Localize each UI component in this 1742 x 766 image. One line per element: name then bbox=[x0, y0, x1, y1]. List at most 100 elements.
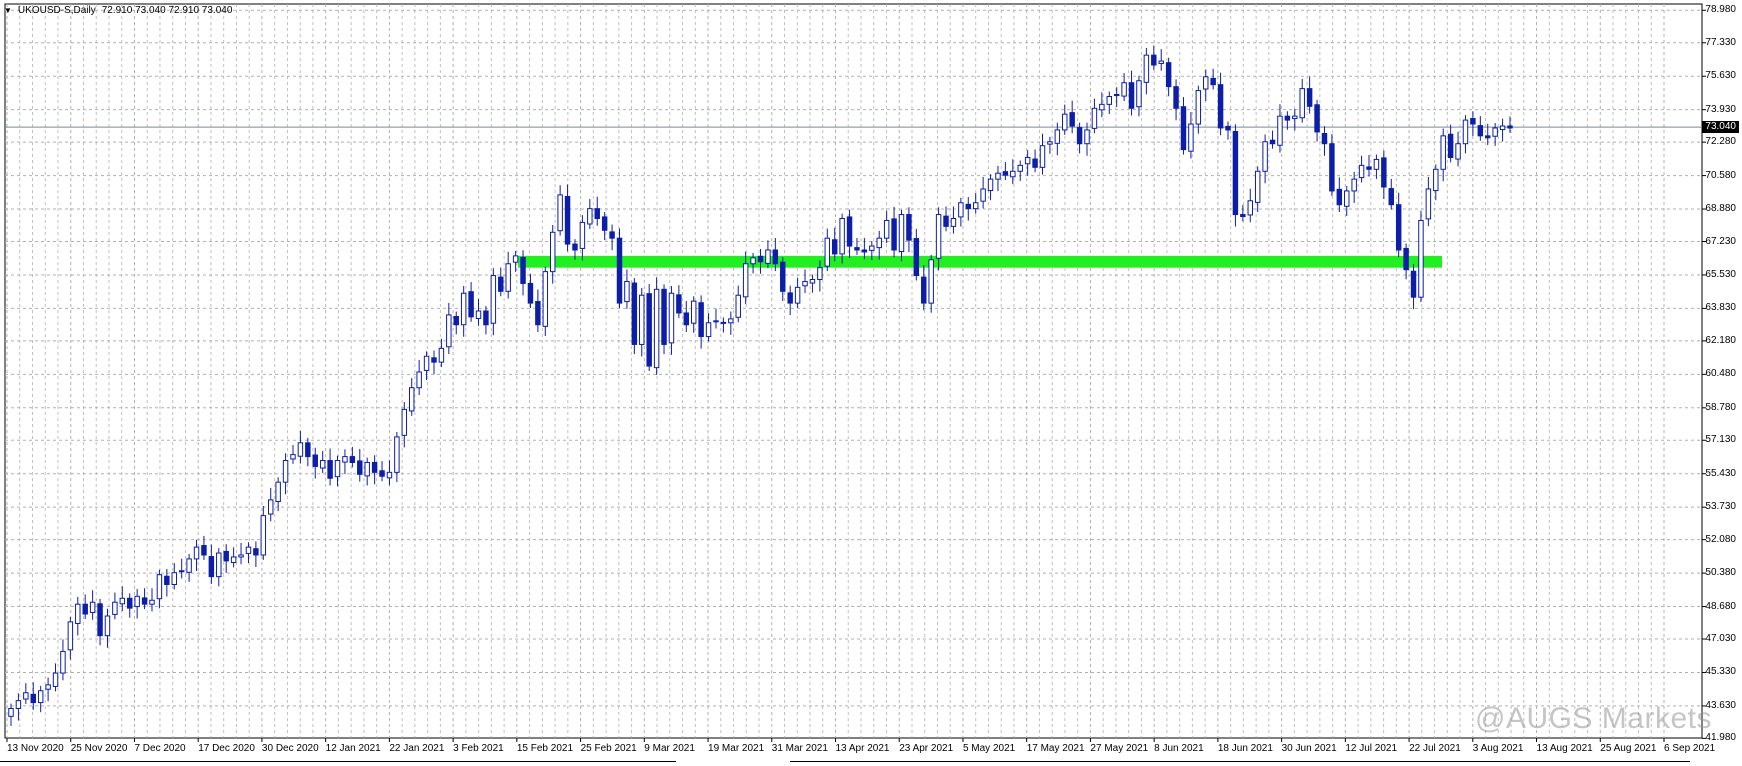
candle-body bbox=[898, 214, 905, 253]
candle-body bbox=[1054, 129, 1061, 144]
date-tick-label: 13 Aug 2021 bbox=[1536, 743, 1593, 754]
candle-body bbox=[1151, 54, 1157, 66]
candle-body bbox=[1485, 135, 1491, 139]
date-tick-label: 31 Mar 2021 bbox=[771, 743, 828, 754]
candle-body bbox=[67, 621, 74, 651]
candle-body bbox=[906, 214, 912, 241]
candle-body bbox=[216, 552, 222, 578]
candle-body bbox=[193, 546, 200, 560]
candle-body bbox=[223, 550, 229, 562]
price-tick-label: 70.580 bbox=[1705, 169, 1736, 181]
candle-body bbox=[1106, 95, 1113, 105]
price-tick-label: 77.330 bbox=[1705, 36, 1736, 48]
candle-body bbox=[780, 261, 786, 292]
bottom-scrollbar-right[interactable] bbox=[790, 761, 1690, 766]
candle-body bbox=[1292, 115, 1298, 120]
candle-body bbox=[661, 288, 667, 345]
date-tick-label: 9 Mar 2021 bbox=[644, 743, 695, 754]
candle-body bbox=[342, 456, 348, 463]
candle-body bbox=[1247, 200, 1253, 216]
candle-body bbox=[1477, 125, 1484, 137]
candle-body bbox=[75, 603, 81, 624]
candle-body bbox=[1277, 115, 1283, 146]
candle-body bbox=[676, 294, 682, 314]
candle-body bbox=[1024, 156, 1031, 165]
candle-body bbox=[1188, 123, 1194, 152]
candle-body bbox=[1284, 115, 1291, 121]
candle-body bbox=[935, 214, 942, 259]
date-tick-label: 22 Jul 2021 bbox=[1409, 743, 1461, 754]
price-tick-label: 53.730 bbox=[1705, 501, 1736, 513]
candle-body bbox=[683, 312, 690, 326]
candle-body bbox=[913, 238, 920, 277]
candle-body bbox=[765, 249, 771, 264]
candle-body bbox=[1113, 94, 1120, 97]
candle-body bbox=[772, 249, 779, 265]
candle-body bbox=[1173, 86, 1179, 109]
candle-body bbox=[527, 282, 534, 304]
candle-body bbox=[794, 286, 801, 304]
candle-body bbox=[1121, 82, 1127, 97]
candle-body bbox=[268, 499, 274, 515]
candle-body bbox=[757, 255, 764, 263]
candle-body bbox=[1017, 164, 1023, 172]
date-tick-label: 25 Feb 2021 bbox=[580, 743, 637, 754]
price-tick-label: 67.230 bbox=[1705, 235, 1736, 247]
candle-body bbox=[1447, 133, 1454, 158]
candle-body bbox=[156, 574, 163, 600]
candlestick-chart[interactable] bbox=[0, 0, 1742, 766]
price-tick-label: 47.030 bbox=[1705, 633, 1736, 645]
candle-body bbox=[446, 314, 452, 348]
candle-body bbox=[1321, 132, 1328, 145]
candle-body bbox=[1128, 82, 1135, 109]
candle-body bbox=[720, 321, 727, 324]
candle-body bbox=[134, 595, 140, 608]
candle-body bbox=[1455, 143, 1461, 160]
candle-body bbox=[728, 318, 734, 324]
candle-body bbox=[557, 194, 563, 232]
bottom-scrollbar-left[interactable] bbox=[0, 761, 676, 766]
candle-body bbox=[460, 292, 467, 326]
candle-body bbox=[653, 288, 660, 369]
candle-body bbox=[490, 275, 497, 324]
candle-body bbox=[950, 217, 957, 227]
candle-body bbox=[438, 347, 445, 363]
candle-body bbox=[883, 219, 890, 239]
candle-body bbox=[423, 355, 430, 371]
date-tick-label: 23 Apr 2021 bbox=[899, 743, 954, 754]
candle-body bbox=[408, 387, 415, 412]
candle-body bbox=[1032, 158, 1038, 168]
candle-body bbox=[1358, 164, 1365, 179]
candle-body bbox=[1195, 90, 1202, 125]
candle-body bbox=[349, 456, 356, 464]
watermark: @AUGS Markets bbox=[1475, 702, 1712, 735]
candle-body bbox=[112, 601, 118, 615]
candle-body bbox=[698, 302, 704, 338]
candle-body bbox=[831, 239, 838, 255]
candle-body bbox=[1076, 127, 1083, 145]
date-tick-label: 3 Feb 2021 bbox=[453, 743, 504, 754]
candle-body bbox=[1418, 219, 1424, 298]
candle-body bbox=[253, 548, 259, 556]
candle-body bbox=[735, 294, 741, 318]
candle-body bbox=[579, 221, 586, 249]
candle-body bbox=[1306, 88, 1313, 107]
candle-body bbox=[869, 245, 875, 251]
candle-body bbox=[119, 597, 126, 605]
candle-body bbox=[512, 255, 519, 263]
collapse-triangle-icon[interactable]: ▼ bbox=[4, 6, 12, 15]
candle-body bbox=[201, 545, 207, 556]
candle-body bbox=[787, 292, 793, 304]
price-tick-label: 78.980 bbox=[1705, 4, 1736, 16]
candle-body bbox=[631, 282, 638, 345]
date-tick-label: 8 Jun 2021 bbox=[1154, 743, 1204, 754]
candle-body bbox=[1143, 54, 1150, 83]
candle-body bbox=[1403, 247, 1409, 271]
date-tick-label: 30 Dec 2020 bbox=[261, 743, 319, 754]
candle-body bbox=[97, 603, 103, 637]
candle-body bbox=[972, 202, 979, 210]
date-tick-label: 25 Aug 2021 bbox=[1600, 743, 1657, 754]
candle-body bbox=[876, 237, 882, 249]
candle-body bbox=[52, 672, 59, 687]
candle-body bbox=[394, 436, 400, 473]
